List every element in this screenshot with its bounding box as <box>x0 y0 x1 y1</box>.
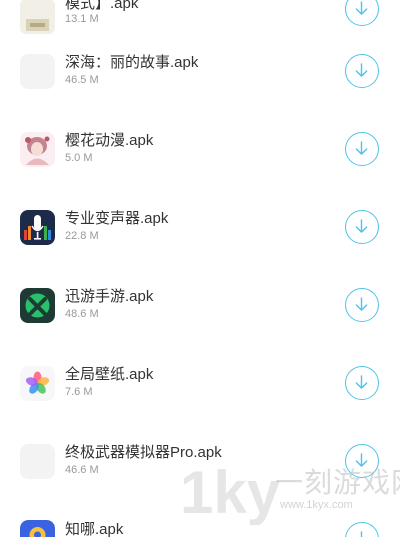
download-button[interactable] <box>345 288 379 322</box>
app-name: 全局壁纸.apk <box>65 366 154 383</box>
download-arrow-icon <box>355 1 368 15</box>
download-button[interactable] <box>345 132 379 166</box>
app-size: 46.6 M <box>65 464 99 476</box>
app-size: 48.6 M <box>65 308 99 320</box>
app-size: 46.5 M <box>65 74 99 86</box>
app-name: 知哪.apk <box>65 521 124 537</box>
list-item[interactable]: 模式】.apk 13.1 M <box>0 0 400 34</box>
app-name: 专业变声器.apk <box>65 210 169 227</box>
download-button[interactable] <box>345 522 379 537</box>
download-button[interactable] <box>345 54 379 88</box>
download-arrow-icon <box>355 63 368 77</box>
app-size: 22.8 M <box>65 230 99 242</box>
xunyou-logo-app-icon <box>20 288 55 323</box>
app-name: 深海：丽的故事.apk <box>65 54 199 71</box>
app-size: 7.6 M <box>65 386 93 398</box>
flower-app-icon <box>20 366 55 401</box>
app-name: 终极武器模拟器Pro.apk <box>65 444 222 461</box>
list-item[interactable]: 知哪.apk <box>0 502 400 537</box>
list-item[interactable]: 樱花动漫.apk 5.0 M <box>0 112 400 190</box>
list-item[interactable]: 全局壁纸.apk 7.6 M <box>0 346 400 424</box>
blank-app-icon <box>20 444 55 479</box>
list-item[interactable]: 专业变声器.apk 22.8 M <box>0 190 400 268</box>
app-size: 13.1 M <box>65 13 99 25</box>
download-arrow-icon <box>355 375 368 389</box>
list-item[interactable]: 迅游手游.apk 48.6 M <box>0 268 400 346</box>
download-arrow-icon <box>360 531 363 537</box>
app-download-list: 模式】.apk 13.1 M 深海：丽的故事.apk 46.5 M 樱花动漫.a… <box>0 0 400 537</box>
blank-app-icon <box>20 54 55 89</box>
download-button[interactable] <box>345 444 379 478</box>
download-arrow-icon <box>355 141 368 155</box>
app-name: 模式】.apk <box>65 0 139 12</box>
download-button[interactable] <box>345 366 379 400</box>
download-arrow-icon <box>355 297 368 311</box>
download-arrow-icon <box>355 219 368 233</box>
app-size: 5.0 M <box>65 152 93 164</box>
partial-app-icon <box>20 0 55 34</box>
list-item[interactable]: 深海：丽的故事.apk 46.5 M <box>0 34 400 112</box>
download-button[interactable] <box>345 0 379 26</box>
app-name: 樱花动漫.apk <box>65 132 154 149</box>
anime-girl-app-icon <box>20 132 55 167</box>
microphone-app-icon <box>20 210 55 245</box>
download-button[interactable] <box>345 210 379 244</box>
list-item[interactable]: 终极武器模拟器Pro.apk 46.6 M <box>0 424 400 502</box>
download-arrow-icon <box>355 453 368 467</box>
app-name: 迅游手游.apk <box>65 288 154 305</box>
zhina-app-icon <box>20 520 55 537</box>
